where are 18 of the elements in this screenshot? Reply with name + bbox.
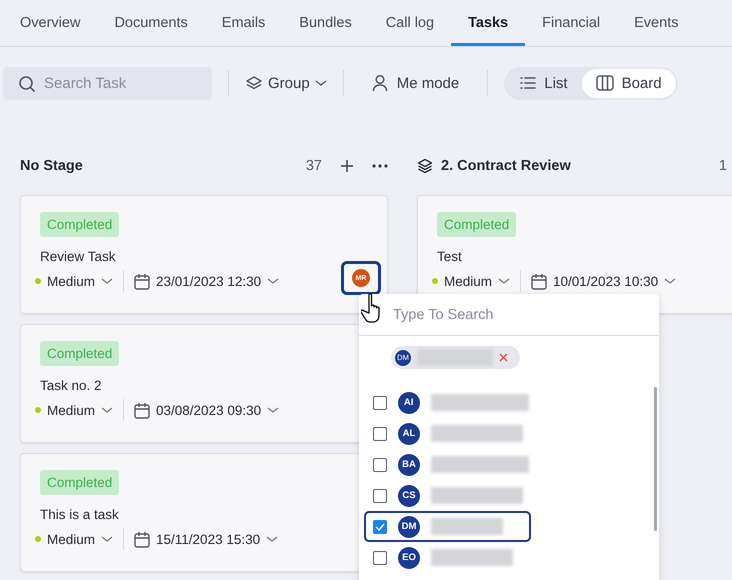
task-title: Task no. 2 [40,378,102,393]
status-badge: Completed [437,212,516,237]
status-badge: Completed [40,212,120,237]
avatar: CS [398,484,420,506]
task-count: 1 [718,158,727,174]
task-count: 37 [306,158,322,174]
task-title: Review Task [40,249,116,264]
task-title: This is a task [40,507,119,522]
avatar: AI [398,392,420,414]
status-badge: Completed [40,470,120,495]
status-badge: Completed [40,341,120,366]
avatar: BA [398,454,420,476]
avatar: DM [398,516,420,538]
avatar: EO [398,546,420,568]
column-title: No Stage [20,158,84,174]
task-title: Test [437,249,462,264]
column-title: 2. Contract Review [441,158,572,174]
avatar: AL [398,422,420,444]
